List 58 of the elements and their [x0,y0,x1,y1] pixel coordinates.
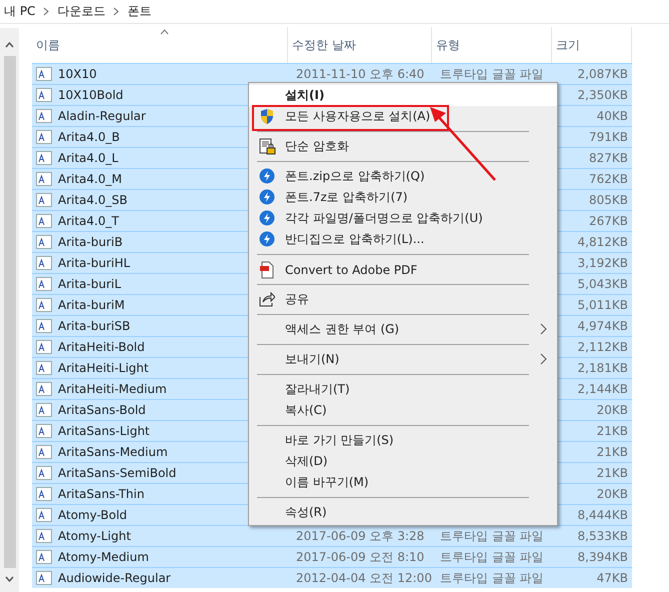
size-cell-text: 21KB [596,424,629,438]
size-cell-text: 791KB [588,130,629,144]
file-name: Arita4.0_L [58,151,118,165]
file-name: AritaSans-SemiBold [58,466,176,480]
size-cell-text: 4,812KB [576,235,629,249]
size-cell-text: 2,112KB [576,340,629,354]
size-cell-text: 20KB [596,487,629,501]
file-name: Arita4.0_T [58,214,119,228]
file-name: AritaHeiti-Light [58,361,149,375]
size-cell-text: 40KB [596,109,629,123]
file-name: Aladin-Regular [58,109,146,123]
size-cell-text: 3,192KB [576,256,629,270]
file-name: 10X10 [58,67,97,81]
size-cell-text: 5,043KB [576,277,629,291]
type-cell-text: 트루타입 글꼴 파일 [439,528,544,542]
size-cell-text: 762KB [588,172,629,186]
size-cell-text: 2,181KB [576,361,629,375]
file-name: AritaSans-Bold [58,403,146,417]
file-name: AritaSans-Medium [58,445,168,459]
date-cell-text: 2017-06-09 오후 3:28 [295,528,424,542]
size-cell-text: 47KB [596,571,629,585]
file-name: Arita4.0_SB [58,193,128,207]
file-name: AritaHeiti-Medium [58,382,167,396]
date-cell-text: 2017-06-09 오전 8:10 [295,550,424,564]
file-name: Arita-buriM [58,298,125,312]
file-name: Atomy-Bold [58,508,128,522]
file-name: Audiowide-Regular [58,571,171,585]
size-cell-text: 8,444KB [576,508,629,522]
file-name: Arita-buriL [58,277,122,291]
size-cell-text: 5,011KB [576,298,629,312]
size-cell-text: 2,350KB [576,88,629,102]
file-name: Atomy-Medium [58,550,149,564]
file-name: Arita-buriHL [58,256,130,270]
file-name: AritaHeiti-Bold [58,340,145,354]
file-name: Atomy-Light [58,529,131,543]
size-cell-text: 2,087KB [576,67,629,81]
size-cell-text: 4,974KB [576,319,629,333]
size-cell-text: 21KB [596,445,629,459]
date-cell-text: 2011-11-10 오후 6:40 [295,66,424,80]
size-cell-text: 8,394KB [576,550,629,564]
type-cell-text: 트루타입 글꼴 파일 [439,550,544,564]
type-cell-text: 트루타입 글꼴 파일 [439,66,544,80]
size-cell-text: 2,144KB [576,382,629,396]
file-name: AritaSans-Light [58,424,150,438]
date-cell-text: 2012-04-04 오전 12:00 [295,570,432,584]
size-cell-text: 827KB [588,151,629,165]
file-name: Arita4.0_M [58,172,122,186]
file-name: Arita4.0_B [58,130,120,144]
size-cell-text: 267KB [588,214,629,228]
file-name: Arita-buriB [58,235,123,249]
file-name: Arita-buriSB [58,319,130,333]
type-cell-text: 트루타입 글꼴 파일 [439,570,544,584]
size-cell-text: 805KB [588,193,629,207]
size-cell-text: 20KB [596,403,629,417]
file-name: 10X10Bold [58,88,124,102]
file-name: AritaSans-Thin [58,487,144,501]
size-cell-text: 21KB [596,466,629,480]
size-cell-text: 8,533KB [576,529,629,543]
